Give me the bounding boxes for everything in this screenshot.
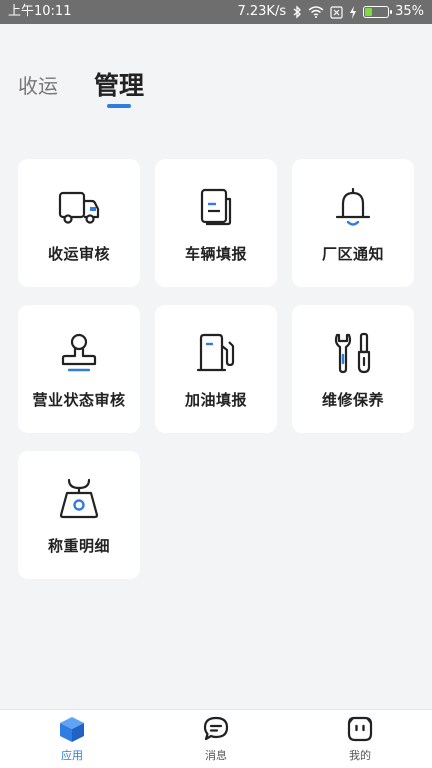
status-bar: 上午10:11 7.23K/s 35%	[0, 0, 432, 24]
wrench-screwdriver-icon	[331, 331, 375, 375]
face-icon	[345, 714, 375, 744]
battery-fill	[365, 8, 373, 16]
card-label: 维修保养	[321, 391, 384, 409]
card-label: 加油填报	[184, 391, 247, 409]
function-grid: 收运审核 车辆填报 厂区通知 营业状态审核 加油填报 维修保养 称重明细	[18, 159, 414, 579]
card-refuel-report[interactable]: 加油填报	[155, 305, 277, 433]
network-speed: 7.23K/s	[237, 4, 287, 19]
bottom-nav: 应用 消息 我的	[0, 709, 432, 768]
bell-icon	[331, 185, 375, 229]
stamp-icon	[57, 331, 101, 375]
nav-label: 应用	[61, 749, 83, 762]
card-label: 称重明细	[47, 537, 110, 555]
nav-label: 消息	[205, 749, 227, 762]
wifi-icon	[308, 6, 324, 18]
tab-label: 管理	[94, 71, 145, 100]
message-icon	[201, 714, 231, 744]
card-label: 营业状态审核	[32, 391, 126, 409]
card-label: 收运审核	[47, 245, 110, 263]
card-label: 车辆填报	[184, 245, 247, 263]
document-icon	[194, 185, 238, 229]
card-label: 厂区通知	[321, 245, 384, 263]
truck-icon	[57, 185, 101, 229]
card-maintenance[interactable]: 维修保养	[292, 305, 414, 433]
nav-item-messages[interactable]: 消息	[156, 710, 276, 763]
fuel-pump-icon	[194, 331, 238, 375]
card-business-status-review[interactable]: 营业状态审核	[18, 305, 140, 433]
status-time: 上午10:11	[8, 4, 72, 19]
tab-management[interactable]: 管理	[94, 66, 145, 108]
charging-icon	[349, 5, 357, 19]
tab-collection[interactable]: 收运	[18, 70, 58, 99]
top-tabs: 收运 管理	[18, 66, 144, 116]
card-vehicle-report[interactable]: 车辆填报	[155, 159, 277, 287]
nav-item-apps[interactable]: 应用	[12, 710, 132, 763]
nav-item-profile[interactable]: 我的	[300, 710, 420, 763]
nav-label: 我的	[349, 749, 371, 762]
card-collection-review[interactable]: 收运审核	[18, 159, 140, 287]
scale-icon	[57, 477, 101, 521]
card-weighing-details[interactable]: 称重明细	[18, 451, 140, 579]
tab-label: 收运	[18, 74, 58, 98]
card-plant-notice[interactable]: 厂区通知	[292, 159, 414, 287]
no-sim-icon	[330, 5, 343, 19]
bluetooth-icon	[292, 5, 302, 19]
cube-icon	[57, 714, 87, 744]
battery-icon	[363, 6, 393, 18]
active-tab-indicator	[107, 104, 131, 108]
battery-percent: 35%	[395, 4, 424, 19]
status-indicators: 7.23K/s 35%	[237, 0, 424, 24]
